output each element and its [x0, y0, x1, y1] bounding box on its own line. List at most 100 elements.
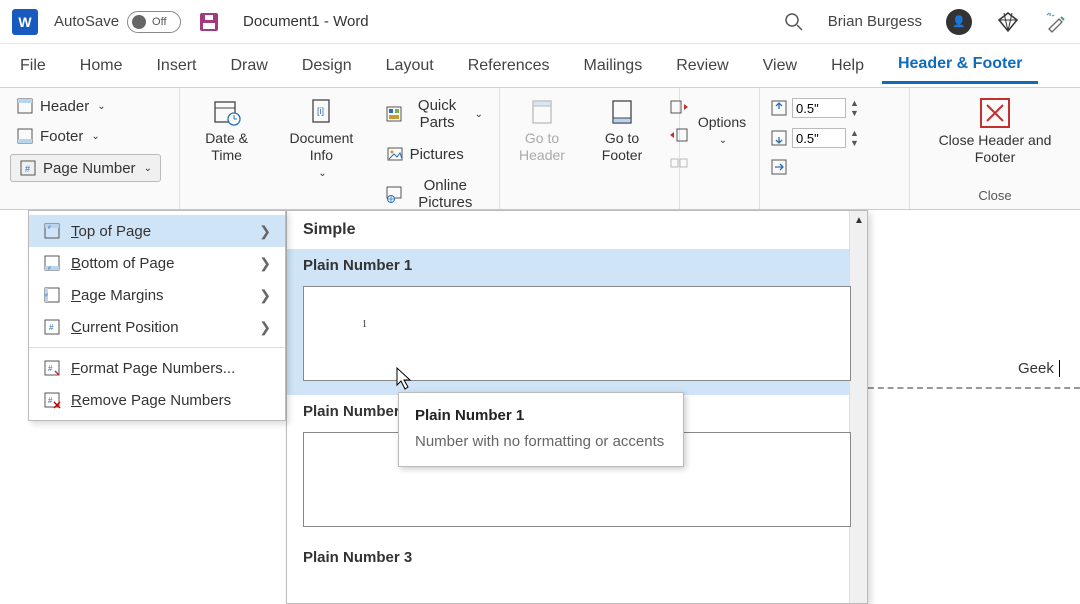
menu-format-page-numbers[interactable]: # Format Page Numbers... [29, 352, 285, 384]
close-group-label: Close [920, 188, 1070, 203]
spin-down-icon[interactable]: ▼ [850, 139, 859, 148]
footer-button[interactable]: Footer⌄ [10, 124, 106, 148]
online-pictures-button[interactable]: Online Pictures [380, 174, 489, 214]
document-info-button[interactable]: [i] Document Info⌄ [279, 94, 363, 214]
goto-footer-icon [608, 98, 636, 126]
tab-header-footer[interactable]: Header & Footer [882, 47, 1038, 84]
date-time-button[interactable]: Date & Time [190, 94, 263, 214]
thumb-sample: 1 [362, 319, 367, 330]
header-button[interactable]: Header⌄ [10, 94, 112, 118]
autosave-toggle[interactable]: Off [127, 11, 181, 33]
spin-up-icon[interactable]: ▲ [850, 129, 859, 138]
header-edit-area[interactable]: Geek [868, 252, 1080, 387]
quick-parts-icon [386, 105, 402, 123]
header-from-top-input[interactable] [792, 98, 846, 118]
bottom-margin-icon [770, 129, 788, 147]
tab-review[interactable]: Review [660, 49, 744, 83]
tab-file[interactable]: File [4, 49, 62, 83]
diamond-icon[interactable] [996, 10, 1020, 34]
online-pictures-label: Online Pictures [408, 177, 483, 211]
quick-parts-button[interactable]: Quick Parts⌄ [380, 94, 489, 134]
pictures-label: Pictures [410, 146, 464, 163]
svg-text:#: # [48, 364, 53, 373]
top-margin-icon [770, 99, 788, 117]
tab-help[interactable]: Help [815, 49, 880, 83]
avatar[interactable]: 👤 [946, 9, 972, 35]
tab-view[interactable]: View [747, 49, 813, 83]
options-button[interactable]: Options ⌄ [690, 110, 754, 151]
word-logo-icon: W [12, 9, 38, 35]
tab-design[interactable]: Design [286, 49, 368, 83]
scroll-up-icon[interactable]: ▲ [850, 211, 868, 229]
pictures-icon [386, 145, 404, 163]
svg-text:#: # [25, 164, 30, 174]
close-header-footer-button[interactable]: Close Header and Footer [920, 94, 1070, 170]
quick-parts-label: Quick Parts [408, 97, 467, 131]
menu-bottom-of-page[interactable]: # Bottom of Page ❯ [29, 247, 285, 279]
menu-separator [29, 347, 285, 348]
page-margins-icon: # [43, 286, 61, 304]
page-number-button[interactable]: # Page Number⌄ [10, 154, 161, 182]
tab-references[interactable]: References [452, 49, 566, 83]
svg-text:#: # [48, 225, 51, 231]
footer-from-bottom-input[interactable] [792, 128, 846, 148]
header-divider [868, 387, 1080, 389]
chevron-right-icon: ❯ [259, 319, 271, 336]
header-from-top-spinner[interactable]: ▲▼ [770, 98, 859, 118]
menu-page-margins[interactable]: # Page Margins ❯ [29, 279, 285, 311]
pen-icon[interactable] [1044, 10, 1068, 34]
goto-header-label: Go to Header [516, 130, 568, 164]
tab-mailings[interactable]: Mailings [568, 49, 659, 83]
menu-top-of-page[interactable]: # Top of Page ❯ [29, 215, 285, 247]
spin-up-icon[interactable]: ▲ [850, 99, 859, 108]
titlebar: W AutoSave Off Document1 - Word Brian Bu… [0, 0, 1080, 44]
menu-label: Current Position [71, 319, 179, 336]
chevron-right-icon: ❯ [259, 255, 271, 272]
gallery-item-plain-3[interactable]: Plain Number 3 [287, 541, 867, 574]
date-time-icon [213, 98, 241, 126]
gallery-item-plain-1[interactable]: Plain Number 1 1 [287, 249, 867, 395]
tab-draw[interactable]: Draw [214, 49, 283, 83]
menu-remove-page-numbers[interactable]: # Remove Page Numbers [29, 384, 285, 416]
user-name: Brian Burgess [828, 13, 922, 30]
tab-insert[interactable]: Insert [140, 49, 212, 83]
tab-home[interactable]: Home [64, 49, 139, 83]
ribbon: Header⌄ Footer⌄ # Page Number⌄ [0, 88, 1080, 210]
format-page-numbers-icon: # [43, 359, 61, 377]
gallery-thumb: 1 [303, 286, 851, 381]
close-label: Close Header and Footer [926, 132, 1064, 166]
gallery-item-label: Plain Number 3 [287, 541, 867, 574]
footer-icon [16, 127, 34, 145]
menu-current-position[interactable]: # Current Position ❯ [29, 311, 285, 343]
tab-layout[interactable]: Layout [370, 49, 450, 83]
goto-footer-button[interactable]: Go to Footer [590, 94, 654, 172]
tabs: File Home Insert Draw Design Layout Refe… [0, 44, 1080, 88]
document-title: Document1 - Word [243, 13, 369, 30]
bottom-of-page-icon: # [43, 254, 61, 272]
online-pictures-icon [386, 185, 402, 203]
header-text: Geek [1018, 360, 1054, 377]
footer-from-bottom-spinner[interactable]: ▲▼ [770, 128, 859, 148]
header-label: Header [40, 98, 89, 115]
page-number-label: Page Number [43, 160, 136, 177]
insert-tab-icon[interactable] [770, 158, 788, 176]
save-icon[interactable] [199, 12, 219, 32]
tooltip-title: Plain Number 1 [415, 407, 667, 424]
gallery-scrollbar[interactable]: ▲ [849, 211, 867, 603]
current-position-icon: # [43, 318, 61, 336]
pictures-button[interactable]: Pictures [380, 142, 470, 166]
footer-label: Footer [40, 128, 83, 145]
document-info-label: Document Info [285, 130, 357, 164]
search-icon[interactable] [784, 12, 804, 32]
gallery-category: Simple [287, 211, 867, 249]
goto-header-button: Go to Header [510, 94, 574, 172]
toggle-knob-icon [132, 15, 146, 29]
menu-label: Top of Page [71, 223, 151, 240]
spin-down-icon[interactable]: ▼ [850, 109, 859, 118]
menu-label: Page Margins [71, 287, 164, 304]
menu-label: Bottom of Page [71, 255, 174, 272]
date-time-label: Date & Time [196, 130, 257, 164]
close-icon [980, 98, 1010, 128]
gallery-item-label: Plain Number 1 [287, 249, 867, 282]
goto-header-icon [528, 98, 556, 126]
